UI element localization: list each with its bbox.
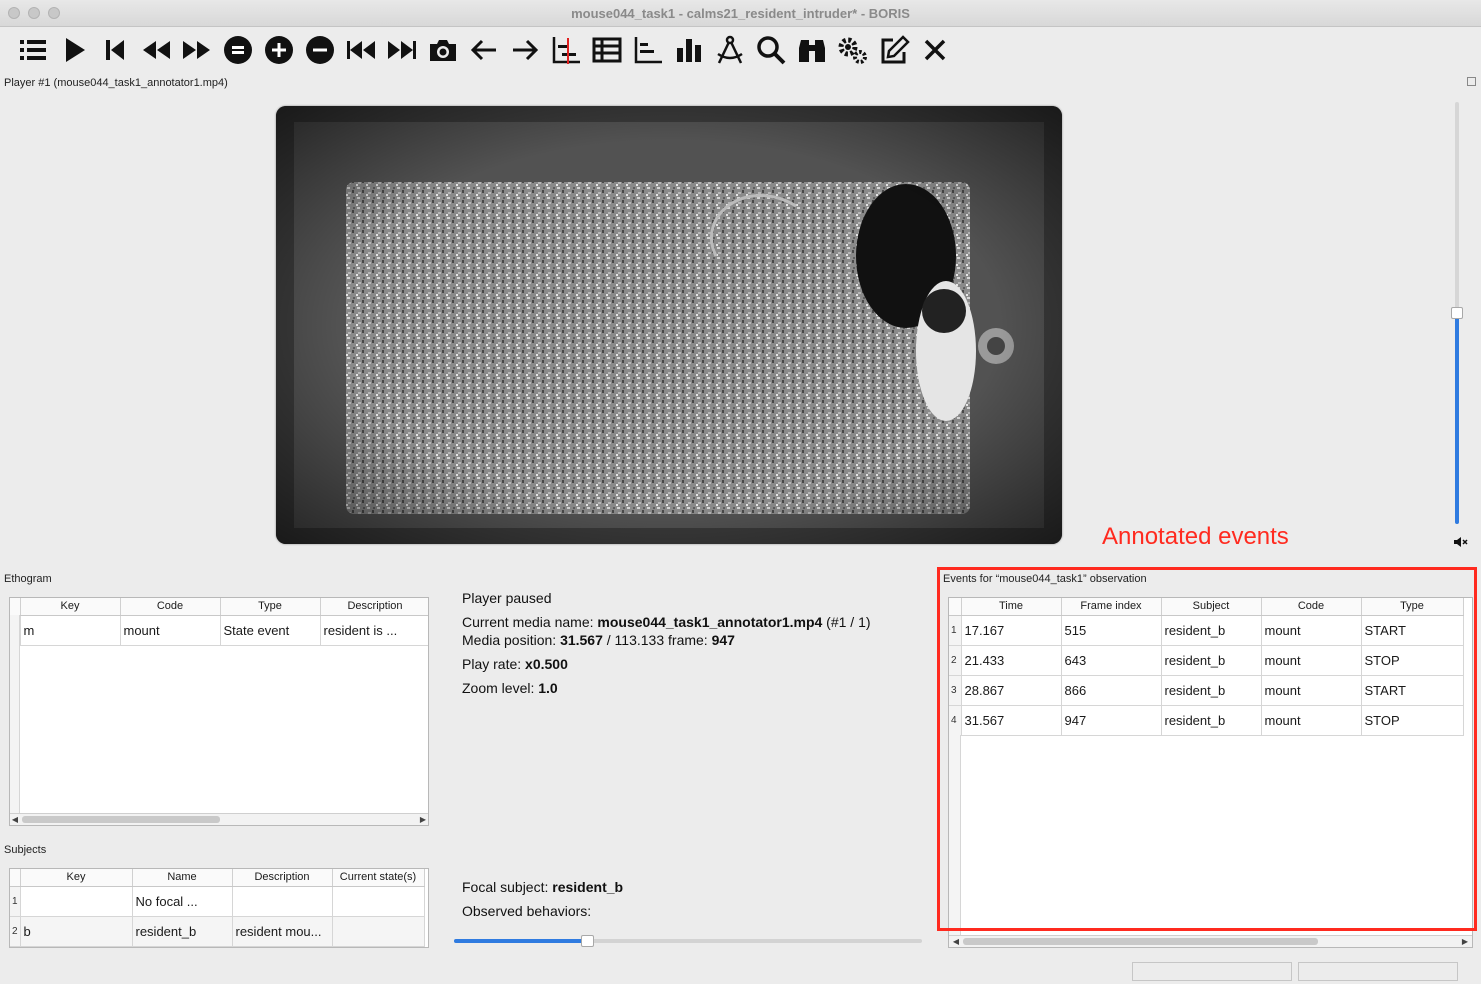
status-field bbox=[1298, 962, 1458, 981]
media-position: 31.567 bbox=[560, 632, 603, 648]
arrow-right-icon[interactable] bbox=[507, 32, 543, 68]
focal-line: Focal subject: resident_b bbox=[462, 879, 623, 895]
cell-state[interactable] bbox=[332, 886, 425, 917]
speed-down-icon[interactable] bbox=[302, 32, 338, 68]
table-row[interactable]: 1 No focal ... bbox=[10, 886, 425, 917]
focal-label: Focal subject: bbox=[462, 879, 553, 895]
column-header[interactable]: Current state(s) bbox=[332, 869, 425, 887]
position-label: Media position: bbox=[462, 632, 561, 648]
play-icon[interactable] bbox=[56, 32, 92, 68]
annotation-highlight-box bbox=[937, 567, 1477, 931]
fast-rewind-icon[interactable] bbox=[138, 32, 174, 68]
position-slider-thumb[interactable] bbox=[581, 935, 594, 947]
previous-media-icon[interactable] bbox=[343, 32, 379, 68]
play-rate-line: Play rate: x0.500 bbox=[462, 656, 568, 672]
cell-state[interactable] bbox=[332, 916, 425, 947]
events-hscrollbar[interactable]: ◀ ▶ bbox=[949, 935, 1472, 947]
position-slider-fill bbox=[454, 939, 588, 943]
zoom-level: 1.0 bbox=[538, 680, 558, 696]
column-header[interactable]: Type bbox=[220, 598, 321, 616]
media-count: (#1 / 1) bbox=[822, 614, 871, 630]
search-icon[interactable] bbox=[753, 32, 789, 68]
subjects-label: Subjects bbox=[4, 844, 47, 856]
volume-slider-fill bbox=[1455, 313, 1459, 524]
player-state: Player paused bbox=[462, 590, 552, 606]
next-media-icon[interactable] bbox=[384, 32, 420, 68]
scroll-thumb[interactable] bbox=[963, 938, 1318, 945]
ethogram-table[interactable]: Key Code Type Description 1 m mount Stat… bbox=[9, 597, 429, 826]
close-observation-icon[interactable] bbox=[917, 32, 953, 68]
table-icon[interactable] bbox=[589, 32, 625, 68]
media-position-line: Media position: 31.567 / 113.133 frame: … bbox=[462, 632, 735, 648]
scroll-left-icon[interactable]: ◀ bbox=[951, 936, 961, 947]
scroll-right-icon[interactable]: ▶ bbox=[418, 814, 428, 825]
fast-forward-icon[interactable] bbox=[179, 32, 215, 68]
skip-previous-icon[interactable] bbox=[97, 32, 133, 68]
binoculars-icon[interactable] bbox=[794, 32, 830, 68]
mute-icon[interactable] bbox=[1453, 535, 1469, 549]
column-header[interactable]: Description bbox=[232, 869, 333, 887]
rate-label: Play rate: bbox=[462, 656, 526, 672]
column-header[interactable]: Name bbox=[132, 869, 233, 887]
reset-speed-icon[interactable] bbox=[220, 32, 256, 68]
volume-slider-thumb[interactable] bbox=[1451, 307, 1463, 319]
title-bar: mouse044_task1 - calms21_resident_intrud… bbox=[0, 0, 1481, 27]
compass-icon[interactable] bbox=[712, 32, 748, 68]
cell-name[interactable]: No focal ... bbox=[132, 886, 233, 917]
table-row[interactable]: 2 b resident_b resident mou... bbox=[10, 916, 425, 947]
column-header[interactable]: Key bbox=[20, 598, 121, 616]
table-row[interactable]: 1 m mount State event resident is ... bbox=[10, 615, 428, 646]
menu-list-icon[interactable] bbox=[15, 32, 51, 68]
column-header[interactable]: Code bbox=[120, 598, 221, 616]
speed-up-icon[interactable] bbox=[261, 32, 297, 68]
observed-behaviors-label: Observed behaviors: bbox=[462, 903, 592, 919]
row-number: 2 bbox=[10, 916, 21, 947]
media-duration: / 113.133 frame: bbox=[602, 632, 712, 648]
row-header-corner bbox=[10, 869, 21, 887]
media-name: mouse044_task1_annotator1.mp4 bbox=[597, 614, 823, 630]
media-name-line: Current media name: mouse044_task1_annot… bbox=[462, 614, 871, 630]
cell-type[interactable]: State event bbox=[220, 615, 321, 646]
cell-key[interactable]: m bbox=[20, 615, 121, 646]
cell-name[interactable]: resident_b bbox=[132, 916, 233, 947]
cell-description[interactable]: resident mou... bbox=[232, 916, 333, 947]
media-frame: 947 bbox=[711, 632, 735, 648]
player-label: Player #1 (mouse044_task1_annotator1.mp4… bbox=[4, 77, 228, 89]
scroll-thumb[interactable] bbox=[22, 816, 220, 823]
annotation-label: Annotated events bbox=[1102, 523, 1289, 550]
row-header-corner bbox=[10, 598, 21, 616]
arrow-left-icon[interactable] bbox=[466, 32, 502, 68]
status-field bbox=[1132, 962, 1292, 981]
focal-subject: resident_b bbox=[552, 879, 624, 895]
cell-description[interactable] bbox=[232, 886, 333, 917]
cell-key[interactable]: b bbox=[20, 916, 133, 947]
media-name-label: Current media name: bbox=[462, 614, 598, 630]
camera-icon[interactable] bbox=[425, 32, 461, 68]
bar-chart-icon[interactable] bbox=[671, 32, 707, 68]
cell-description[interactable]: resident is ... bbox=[320, 615, 428, 646]
column-header[interactable]: Description bbox=[320, 598, 428, 616]
time-budget-icon[interactable] bbox=[630, 32, 666, 68]
row-number: 1 bbox=[10, 886, 21, 917]
window-title: mouse044_task1 - calms21_resident_intrud… bbox=[571, 6, 910, 21]
subjects-table[interactable]: Key Name Description Current state(s) 1 … bbox=[9, 868, 429, 948]
video-frame[interactable] bbox=[276, 106, 1062, 544]
zoom-label: Zoom level: bbox=[462, 680, 539, 696]
row-header-strip bbox=[10, 615, 20, 815]
ethogram-hscrollbar[interactable]: ◀ ▶ bbox=[10, 813, 428, 825]
cell-code[interactable]: mount bbox=[120, 615, 221, 646]
gears-icon[interactable] bbox=[835, 32, 871, 68]
zoom-line: Zoom level: 1.0 bbox=[462, 680, 558, 696]
play-rate: x0.500 bbox=[525, 656, 568, 672]
column-header[interactable]: Key bbox=[20, 869, 133, 887]
scroll-right-icon[interactable]: ▶ bbox=[1460, 936, 1470, 947]
cell-key[interactable] bbox=[20, 886, 133, 917]
plot-events-icon[interactable] bbox=[548, 32, 584, 68]
ethogram-label: Ethogram bbox=[4, 573, 52, 585]
edit-icon[interactable] bbox=[876, 32, 912, 68]
undock-icon[interactable] bbox=[1467, 77, 1476, 86]
toolbar bbox=[0, 28, 1481, 72]
scroll-left-icon[interactable]: ◀ bbox=[10, 814, 20, 825]
